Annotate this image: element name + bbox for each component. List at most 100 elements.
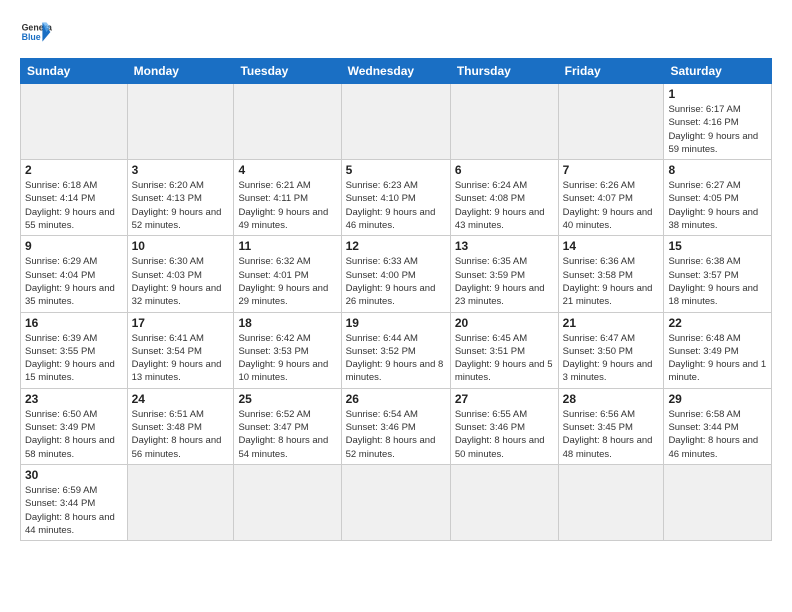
calendar-cell: 16 Sunrise: 6:39 AMSunset: 3:55 PMDayligh… [21,312,128,388]
day-number: 7 [563,163,660,177]
calendar-week-row: 30Sunrise: 6:59 AMSunset: 3:44 PMDayligh… [21,464,772,540]
header: General Blue [20,16,772,48]
calendar-cell: 24Sunrise: 6:51 AMSunset: 3:48 PMDayligh… [127,388,234,464]
day-info: Sunrise: 6:55 AMSunset: 3:46 PMDaylight:… [455,408,554,461]
day-info: Sunrise: 6:42 AMSunset: 3:53 PMDaylight:… [238,332,336,385]
calendar-cell: 1 Sunrise: 6:17 AMSunset: 4:16 PMDaylight… [664,84,772,160]
calendar-cell [558,84,664,160]
day-number: 28 [563,392,660,406]
calendar-cell: 11 Sunrise: 6:32 AMSunset: 4:01 PMDayligh… [234,236,341,312]
day-info: Sunrise: 6:18 AMSunset: 4:14 PMDaylight:… [25,179,123,232]
calendar-cell: 3Sunrise: 6:20 AMSunset: 4:13 PMDaylight… [127,160,234,236]
calendar-header-tuesday: Tuesday [234,59,341,84]
calendar-cell: 2Sunrise: 6:18 AMSunset: 4:14 PMDaylight… [21,160,128,236]
calendar-cell [234,84,341,160]
calendar-header-row: SundayMondayTuesdayWednesdayThursdayFrid… [21,59,772,84]
day-number: 17 [132,316,230,330]
calendar-header-friday: Friday [558,59,664,84]
calendar-cell: 18 Sunrise: 6:42 AMSunset: 3:53 PMDayligh… [234,312,341,388]
calendar-cell: 15 Sunrise: 6:38 AMSunset: 3:57 PMDayligh… [664,236,772,312]
calendar-header-saturday: Saturday [664,59,772,84]
day-number: 18 [238,316,336,330]
day-info: Sunrise: 6:39 AMSunset: 3:55 PMDaylight:… [25,332,123,385]
day-number: 21 [563,316,660,330]
page: General Blue SundayMondayTuesdayWednesda… [0,0,792,612]
calendar-cell [450,84,558,160]
day-number: 26 [346,392,446,406]
calendar-cell [21,84,128,160]
calendar-cell: 28 Sunrise: 6:56 AMSunset: 3:45 PMDayligh… [558,388,664,464]
day-info: Sunrise: 6:30 AMSunset: 4:03 PMDaylight:… [132,255,230,308]
day-info: Sunrise: 6:47 AMSunset: 3:50 PMDaylight:… [563,332,660,385]
calendar-week-row: 16 Sunrise: 6:39 AMSunset: 3:55 PMDayligh… [21,312,772,388]
day-info: Sunrise: 6:20 AMSunset: 4:13 PMDaylight:… [132,179,230,232]
day-number: 22 [668,316,767,330]
calendar-cell [558,464,664,540]
calendar-cell [127,84,234,160]
logo-icon: General Blue [20,16,52,48]
calendar-cell: 17 Sunrise: 6:41 AMSunset: 3:54 PMDayligh… [127,312,234,388]
calendar-header-wednesday: Wednesday [341,59,450,84]
calendar-cell [341,464,450,540]
calendar-cell: 21 Sunrise: 6:47 AMSunset: 3:50 PMDayligh… [558,312,664,388]
calendar-cell: 27 Sunrise: 6:55 AMSunset: 3:46 PMDayligh… [450,388,558,464]
calendar-cell: 7Sunrise: 6:26 AMSunset: 4:07 PMDaylight… [558,160,664,236]
calendar-week-row: 23 Sunrise: 6:50 AMSunset: 3:49 PMDayligh… [21,388,772,464]
calendar-cell: 12Sunrise: 6:33 AMSunset: 4:00 PMDayligh… [341,236,450,312]
day-info: Sunrise: 6:41 AMSunset: 3:54 PMDaylight:… [132,332,230,385]
calendar-week-row: 9Sunrise: 6:29 AMSunset: 4:04 PMDaylight… [21,236,772,312]
day-number: 1 [668,87,767,101]
calendar-cell: 5Sunrise: 6:23 AMSunset: 4:10 PMDaylight… [341,160,450,236]
day-number: 19 [346,316,446,330]
calendar-cell: 29Sunrise: 6:58 AMSunset: 3:44 PMDayligh… [664,388,772,464]
calendar-cell: 14 Sunrise: 6:36 AMSunset: 3:58 PMDayligh… [558,236,664,312]
day-number: 12 [346,239,446,253]
day-number: 29 [668,392,767,406]
day-number: 27 [455,392,554,406]
calendar-header-sunday: Sunday [21,59,128,84]
svg-text:Blue: Blue [22,32,41,42]
day-number: 15 [668,239,767,253]
day-info: Sunrise: 6:27 AMSunset: 4:05 PMDaylight:… [668,179,767,232]
day-number: 23 [25,392,123,406]
day-info: Sunrise: 6:48 AMSunset: 3:49 PMDaylight:… [668,332,767,385]
day-number: 14 [563,239,660,253]
calendar-cell: 25 Sunrise: 6:52 AMSunset: 3:47 PMDayligh… [234,388,341,464]
calendar-cell [234,464,341,540]
day-info: Sunrise: 6:56 AMSunset: 3:45 PMDaylight:… [563,408,660,461]
calendar-cell: 4 Sunrise: 6:21 AMSunset: 4:11 PMDaylight… [234,160,341,236]
day-number: 25 [238,392,336,406]
calendar-cell [664,464,772,540]
day-info: Sunrise: 6:35 AMSunset: 3:59 PMDaylight:… [455,255,554,308]
day-info: Sunrise: 6:51 AMSunset: 3:48 PMDaylight:… [132,408,230,461]
logo: General Blue [20,16,52,48]
day-number: 6 [455,163,554,177]
calendar-header-thursday: Thursday [450,59,558,84]
day-info: Sunrise: 6:54 AMSunset: 3:46 PMDaylight:… [346,408,446,461]
day-info: Sunrise: 6:44 AMSunset: 3:52 PMDaylight:… [346,332,446,385]
calendar-cell: 22 Sunrise: 6:48 AMSunset: 3:49 PMDayligh… [664,312,772,388]
calendar-cell: 30Sunrise: 6:59 AMSunset: 3:44 PMDayligh… [21,464,128,540]
day-number: 5 [346,163,446,177]
day-info: Sunrise: 6:17 AMSunset: 4:16 PMDaylight:… [668,103,767,156]
calendar-week-row: 1 Sunrise: 6:17 AMSunset: 4:16 PMDaylight… [21,84,772,160]
day-number: 4 [238,163,336,177]
calendar-header-monday: Monday [127,59,234,84]
day-info: Sunrise: 6:52 AMSunset: 3:47 PMDaylight:… [238,408,336,461]
calendar-cell: 6Sunrise: 6:24 AMSunset: 4:08 PMDaylight… [450,160,558,236]
calendar-cell [127,464,234,540]
day-info: Sunrise: 6:50 AMSunset: 3:49 PMDaylight:… [25,408,123,461]
day-info: Sunrise: 6:45 AMSunset: 3:51 PMDaylight:… [455,332,554,385]
day-info: Sunrise: 6:21 AMSunset: 4:11 PMDaylight:… [238,179,336,232]
day-number: 9 [25,239,123,253]
day-number: 13 [455,239,554,253]
calendar-cell: 8Sunrise: 6:27 AMSunset: 4:05 PMDaylight… [664,160,772,236]
day-info: Sunrise: 6:38 AMSunset: 3:57 PMDaylight:… [668,255,767,308]
day-info: Sunrise: 6:32 AMSunset: 4:01 PMDaylight:… [238,255,336,308]
day-number: 16 [25,316,123,330]
calendar-cell [450,464,558,540]
day-info: Sunrise: 6:36 AMSunset: 3:58 PMDaylight:… [563,255,660,308]
day-info: Sunrise: 6:59 AMSunset: 3:44 PMDaylight:… [25,484,123,537]
calendar-cell: 9Sunrise: 6:29 AMSunset: 4:04 PMDaylight… [21,236,128,312]
day-number: 11 [238,239,336,253]
